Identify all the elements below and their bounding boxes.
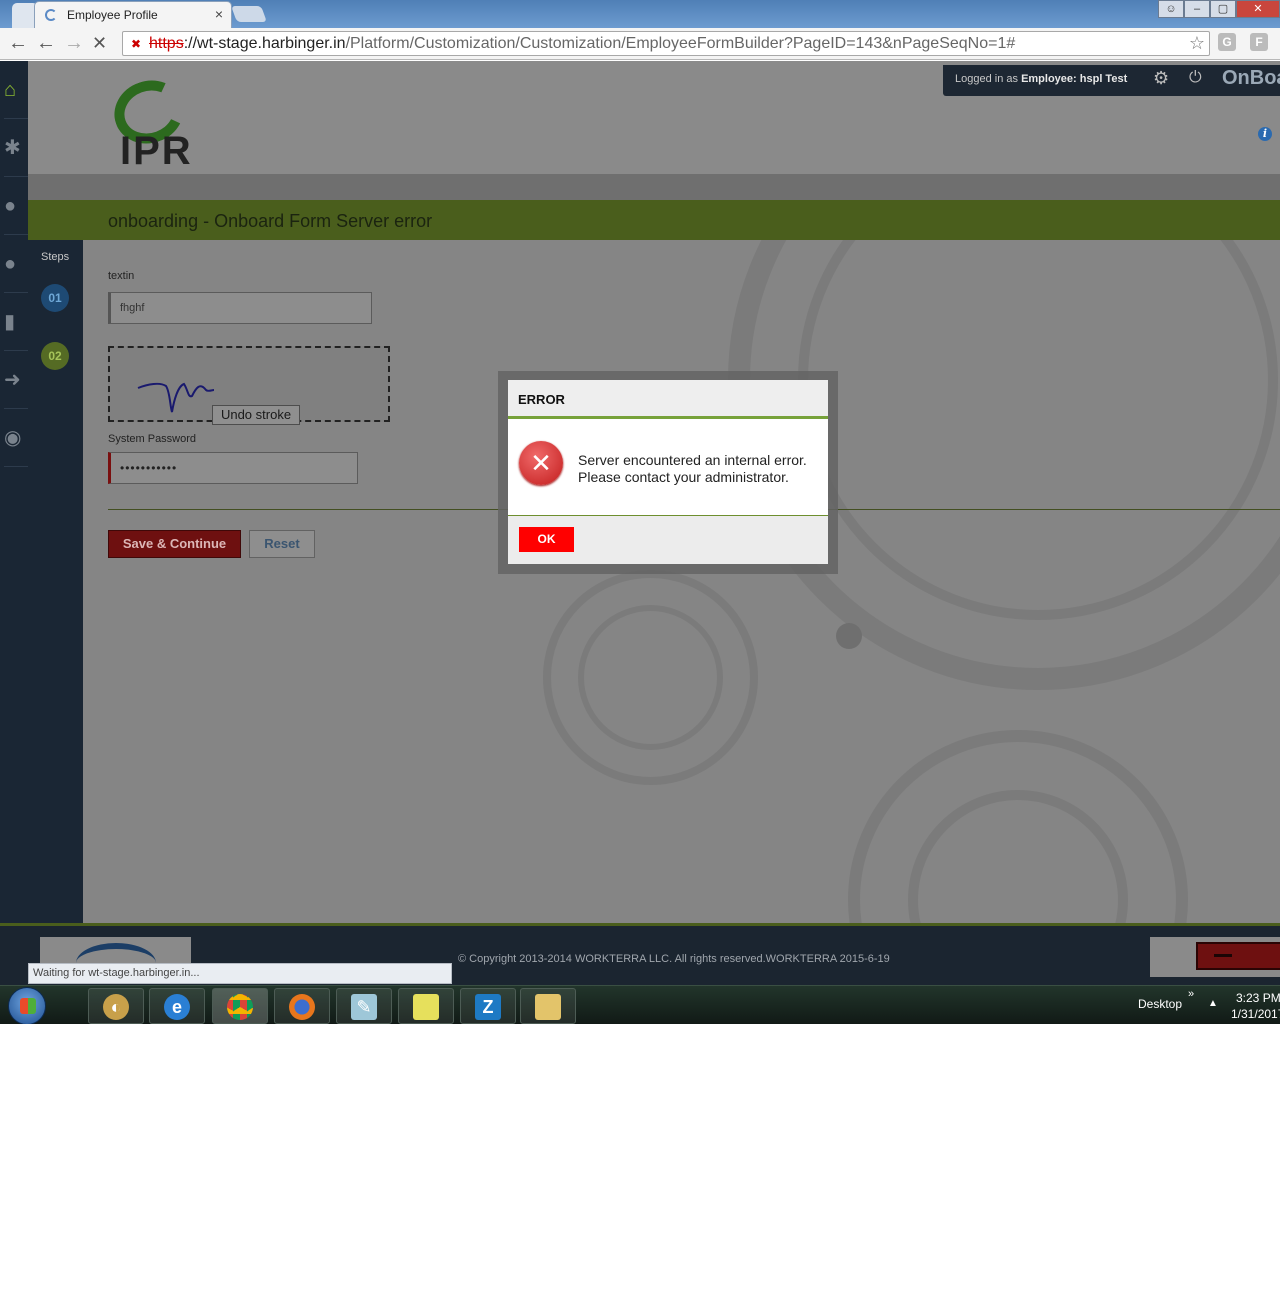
new-tab-button[interactable] — [231, 6, 267, 22]
taskbar-sticky-notes[interactable] — [398, 988, 454, 1024]
background-circle-decoration — [578, 605, 723, 750]
left-nav: ⌂ ✱ ● ● ▮ ➜ ◉ — [0, 61, 28, 985]
browser-tab-bar: Employee Profile × ☺ – ▢ ✕ — [0, 0, 1280, 28]
taskbar-paint[interactable]: ◐ — [88, 988, 144, 1024]
dialog-message: Server encountered an internal error. Pl… — [578, 452, 807, 485]
windows-taskbar: ◐ e ✎ Z Desktop » ▲ 3:23 PM 1/31/2017 — [0, 985, 1280, 1024]
tray-up-arrow-icon[interactable]: ▲ — [1208, 998, 1218, 1009]
textin-input[interactable]: fhghf — [108, 292, 372, 324]
step-01[interactable]: 01 — [41, 284, 69, 312]
tab-employee-profile[interactable]: Employee Profile × — [34, 1, 232, 28]
taskbar-notepad[interactable]: ✎ — [336, 988, 392, 1024]
system-password-label: System Password — [108, 433, 197, 445]
user-icon[interactable]: ● — [4, 177, 28, 235]
users-icon[interactable]: ● — [4, 235, 28, 293]
taskbar-zoho[interactable]: Z — [460, 988, 516, 1024]
save-continue-button[interactable]: Save & Continue — [108, 530, 241, 558]
ok-button[interactable]: OK — [519, 527, 574, 552]
chevron-right-icon[interactable]: » — [1188, 988, 1194, 1000]
address-bar[interactable]: ✖ https://wt-stage.harbinger.in/Platform… — [122, 31, 1210, 56]
steps-label: Steps — [41, 251, 70, 263]
power-icon[interactable]: ⏻ — [1189, 69, 1202, 87]
page-title-bar: onboarding - Onboard Form Server error — [28, 200, 1280, 240]
copyright-text: © Copyright 2013-2014 WORKTERRA LLC. All… — [458, 953, 890, 965]
paint-palette-icon: ◐ — [103, 994, 129, 1020]
window-controls: ☺ – ▢ ✕ — [1158, 0, 1280, 18]
step-02[interactable]: 02 — [41, 342, 69, 370]
back-button-icon[interactable]: ← — [36, 33, 56, 53]
signature-pad[interactable]: Undo stroke — [108, 346, 390, 425]
notepad-icon: ✎ — [351, 994, 377, 1020]
minus-icon — [1214, 954, 1232, 957]
footer-minimize-button[interactable] — [1196, 942, 1280, 970]
taskbar-explorer[interactable] — [520, 988, 576, 1024]
page-title: onboarding - Onboard Form Server error — [108, 211, 433, 231]
browser-toolbar: ← ← → ✕ ✖ https://wt-stage.harbinger.in/… — [0, 28, 1280, 60]
minimize-button[interactable]: – — [1184, 0, 1210, 18]
bookmark-star-icon[interactable]: ☆ — [1189, 33, 1205, 54]
firefox-icon — [289, 994, 315, 1020]
settings-cogs-icon[interactable]: ✱ — [4, 119, 28, 177]
export-arrow-icon[interactable]: ➜ — [4, 351, 28, 409]
app-header: IPR Logged in as Employee: hspl Test ⚙ ⏻… — [28, 61, 1280, 174]
z-app-icon: Z — [475, 994, 501, 1020]
brand-text: OnBoa — [1222, 67, 1280, 89]
taskbar-firefox[interactable] — [274, 988, 330, 1024]
desktop-toolbar-label[interactable]: Desktop — [1138, 997, 1182, 1011]
info-icon[interactable]: i — [1258, 127, 1272, 141]
broken-lock-icon[interactable]: ✖ — [131, 37, 141, 51]
tab-close-icon[interactable]: × — [215, 6, 223, 22]
clock-date[interactable]: 1/31/2017 — [1231, 1007, 1280, 1021]
windows-logo-icon — [20, 998, 36, 1014]
tab-title: Employee Profile — [67, 8, 158, 22]
form-content: Steps 01 02 textin fhghf Undo stroke Sys… — [28, 240, 1280, 923]
back-arrow-icon[interactable]: ← — [8, 33, 28, 53]
footer-widget — [1150, 937, 1280, 977]
user-bar: Logged in as Employee: hspl Test ⚙ ⏻ OnB… — [943, 65, 1280, 96]
home-icon[interactable]: ⌂ — [4, 61, 28, 119]
background-dot-decoration — [836, 623, 862, 649]
error-x-icon: ✕ — [519, 441, 563, 485]
start-button[interactable] — [8, 987, 46, 1024]
logged-in-text: Logged in as Employee: hspl Test — [955, 73, 1128, 85]
maximize-button[interactable]: ▢ — [1210, 0, 1236, 18]
stop-loading-icon[interactable]: ✕ — [92, 33, 107, 53]
clock-time[interactable]: 3:23 PM — [1236, 991, 1280, 1005]
browser-status-bubble: Waiting for wt-stage.harbinger.in... — [28, 963, 452, 984]
internet-explorer-icon: e — [164, 994, 190, 1020]
loading-spinner-icon — [45, 9, 57, 21]
system-password-input[interactable]: ••••••••••• — [108, 452, 358, 484]
extension-f-icon[interactable]: F — [1250, 33, 1268, 51]
dialog-header: ERROR — [508, 380, 828, 419]
dialog-footer: OK — [508, 515, 828, 564]
sticky-notes-icon — [413, 994, 439, 1020]
sub-header-bar — [28, 174, 1280, 200]
undo-stroke-button[interactable]: Undo stroke — [212, 405, 300, 425]
steps-panel: Steps 01 02 — [28, 240, 83, 923]
chrome-icon — [227, 994, 253, 1020]
extension-g-icon[interactable]: G — [1218, 33, 1236, 51]
forward-arrow-icon[interactable]: → — [64, 33, 84, 53]
screen: Employee Profile × ☺ – ▢ ✕ ← ← → ✕ ✖ htt… — [0, 0, 1280, 1024]
dialog-title: ERROR — [518, 392, 565, 407]
reset-button[interactable]: Reset — [249, 530, 315, 558]
user-icon[interactable]: ☺ — [1158, 0, 1184, 18]
taskbar-internet-explorer[interactable]: e — [149, 988, 205, 1024]
view-eye-icon[interactable]: ◉ — [4, 409, 28, 467]
taskbar-chrome[interactable] — [212, 988, 268, 1024]
ipr-logo: IPR — [105, 70, 236, 173]
close-window-button[interactable]: ✕ — [1236, 0, 1280, 18]
textin-label: textin — [108, 270, 135, 282]
url-text[interactable]: https://wt-stage.harbinger.in/Platform/C… — [149, 35, 1015, 53]
reports-chart-icon[interactable]: ▮ — [4, 293, 28, 351]
logo-text: IPR — [120, 129, 193, 173]
error-dialog: ERROR ✕ Server encountered an internal e… — [508, 380, 828, 564]
folder-icon — [535, 994, 561, 1020]
gear-icon[interactable]: ⚙ — [1153, 68, 1169, 89]
